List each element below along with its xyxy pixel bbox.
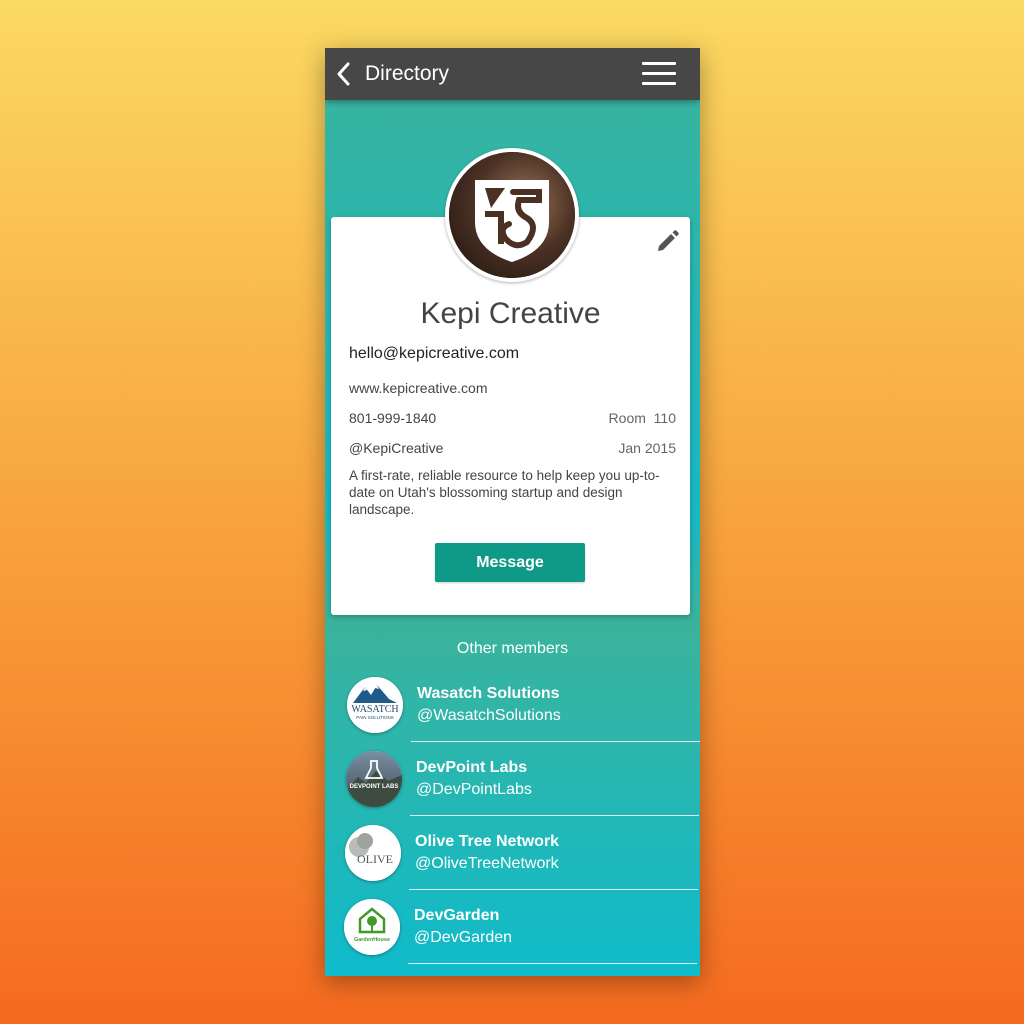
svg-text:DEVPOINT LABS: DEVPOINT LABS xyxy=(350,784,399,790)
member-item-devpoint[interactable]: DEVPOINT LABS DevPoint Labs @DevPointLab… xyxy=(325,746,700,820)
member-handle: @DevPointLabs xyxy=(416,781,532,798)
member-name: DevPoint Labs xyxy=(416,759,528,776)
profile-avatar xyxy=(445,148,579,282)
divider xyxy=(411,741,700,742)
svg-text:OLIVE: OLIVE xyxy=(357,852,393,866)
member-item-wasatch[interactable]: WASATCH PAIN SOLUTIONS Wasatch Solutions… xyxy=(325,672,700,746)
profile-phone[interactable]: 801-999-1840 xyxy=(349,410,436,426)
member-name: DevGarden xyxy=(414,907,500,924)
message-button[interactable]: Message xyxy=(435,543,585,582)
divider xyxy=(410,815,699,816)
profile-room: Room 110 xyxy=(608,410,676,426)
chevron-left-icon xyxy=(337,62,355,86)
profile-joined-date: Jan 2015 xyxy=(618,440,676,456)
website-row: www.kepicreative.com xyxy=(349,380,676,396)
devgarden-logo-avatar: GardenHouse xyxy=(344,899,400,955)
profile-email[interactable]: hello@kepicreative.com xyxy=(349,345,519,363)
member-name: Wasatch Solutions xyxy=(417,685,560,702)
phone-room-row: 801-999-1840 Room 110 xyxy=(349,410,676,426)
member-handle: @WasatchSolutions xyxy=(417,707,561,724)
profile-website[interactable]: www.kepicreative.com xyxy=(349,380,488,396)
profile-name: Kepi Creative xyxy=(420,297,601,330)
profile-description: A first-rate, reliable resource to help … xyxy=(349,468,660,517)
back-button[interactable]: Directory xyxy=(337,58,449,90)
divider xyxy=(409,889,698,890)
other-members-title: Other members xyxy=(456,640,569,657)
divider xyxy=(408,963,697,964)
pencil-icon[interactable] xyxy=(654,229,680,255)
svg-text:PAIN SOLUTIONS: PAIN SOLUTIONS xyxy=(356,715,393,720)
member-handle: @OliveTreeNetwork xyxy=(415,855,559,872)
devpoint-logo-avatar: DEVPOINT LABS xyxy=(346,751,402,807)
hamburger-menu-icon[interactable] xyxy=(642,60,678,88)
nav-title: Directory xyxy=(365,62,450,85)
member-handle: @DevGarden xyxy=(414,929,513,946)
phone-screen: Directory Kepi Creative hello@kepicreati… xyxy=(325,48,700,976)
svg-text:WASATCH: WASATCH xyxy=(351,704,398,715)
member-item-devgarden[interactable]: GardenHouse DevGarden @DevGarden xyxy=(325,894,700,968)
handle-joined-row: @KepiCreative Jan 2015 xyxy=(349,440,676,456)
member-item-olive-tree[interactable]: OLIVE Olive Tree Network @OliveTreeNetwo… xyxy=(325,820,700,894)
wasatch-logo-avatar: WASATCH PAIN SOLUTIONS xyxy=(347,677,403,733)
member-name: Olive Tree Network xyxy=(415,833,560,850)
nav-bar: Directory xyxy=(325,48,700,100)
profile-handle[interactable]: @KepiCreative xyxy=(349,440,443,456)
olive-logo-avatar: OLIVE xyxy=(345,825,401,881)
svg-text:GardenHouse: GardenHouse xyxy=(354,937,390,943)
